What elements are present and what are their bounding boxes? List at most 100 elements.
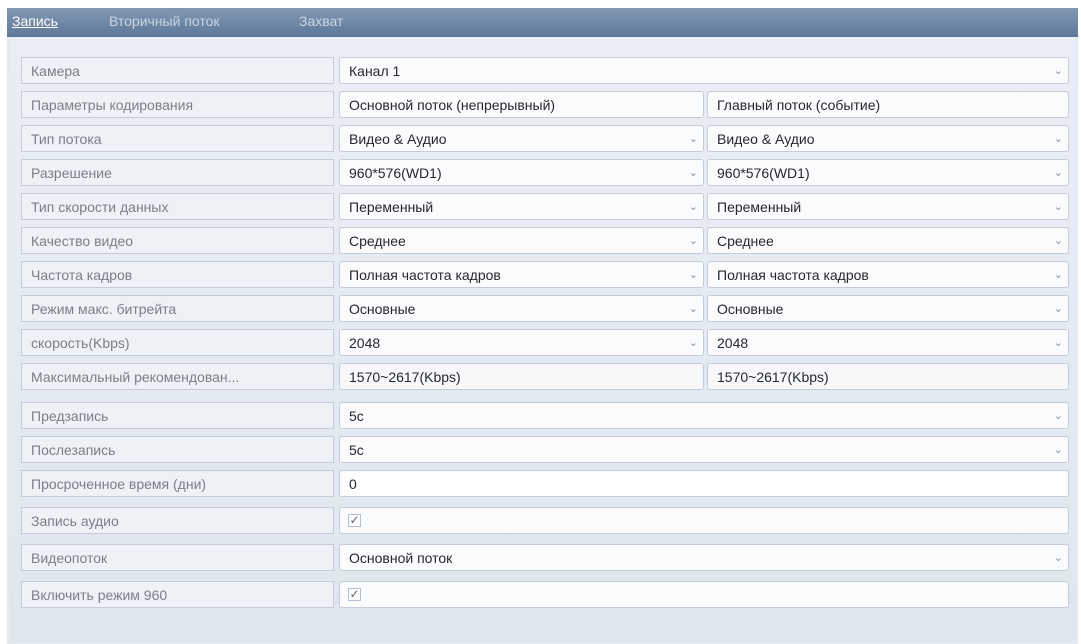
audio-record-checkbox[interactable]: ✓ <box>348 514 361 527</box>
bitrate-type-continuous-select[interactable]: Переменный ⌄ <box>339 193 704 220</box>
encoding-header-row: Параметры кодирования Основной поток (не… <box>21 91 1069 120</box>
chevron-down-icon: ⌄ <box>1053 269 1063 281</box>
frame-rate-event-select[interactable]: Полная частота кадров ⌄ <box>707 261 1069 288</box>
tab-bar: Запись Вторичный поток Захват <box>7 8 1078 37</box>
chevron-down-icon: ⌄ <box>1053 337 1063 349</box>
stream-type-event-select[interactable]: Видео & Аудио ⌄ <box>707 125 1069 152</box>
frame-rate-row: Частота кадров Полная частота кадров ⌄ П… <box>21 261 1069 290</box>
chevron-down-icon: ⌄ <box>688 269 698 281</box>
bitrate-type-row: Тип скорости данных Переменный ⌄ Перемен… <box>21 193 1069 222</box>
resolution-row: Разрешение 960*576(WD1) ⌄ 960*576(WD1) ⌄ <box>21 159 1069 188</box>
main-stream-continuous-header: Основной поток (непрерывный) <box>339 91 704 118</box>
stream-type-row: Тип потока Видео & Аудио ⌄ Видео & Аудио… <box>21 125 1069 154</box>
chevron-down-icon: ⌄ <box>1053 552 1063 564</box>
frame-rate-event-value: Полная частота кадров <box>717 267 869 283</box>
chevron-down-icon: ⌄ <box>1053 65 1063 77</box>
mode960-checkbox[interactable]: ✓ <box>348 588 361 601</box>
camera-label: Камера <box>21 57 334 84</box>
chevron-down-icon: ⌄ <box>1053 410 1063 422</box>
max-bitrate-mode-continuous-select[interactable]: Основные ⌄ <box>339 295 704 322</box>
chevron-down-icon: ⌄ <box>1053 167 1063 179</box>
resolution-label: Разрешение <box>21 159 334 186</box>
chevron-down-icon: ⌄ <box>688 235 698 247</box>
chevron-down-icon: ⌄ <box>1053 303 1063 315</box>
tab-capture[interactable]: Захват <box>299 13 343 29</box>
max-recommended-row: Максимальный рекомендован... 1570~2617(K… <box>21 363 1069 392</box>
audio-record-label: Запись аудио <box>21 507 334 534</box>
resolution-continuous-select[interactable]: 960*576(WD1) ⌄ <box>339 159 704 186</box>
video-stream-value: Основной поток <box>349 550 453 566</box>
postrecord-value: 5с <box>349 442 364 458</box>
video-quality-event-select[interactable]: Среднее ⌄ <box>707 227 1069 254</box>
video-quality-event-value: Среднее <box>717 233 774 249</box>
chevron-down-icon: ⌄ <box>688 201 698 213</box>
video-stream-label: Видеопоток <box>21 544 334 571</box>
mode960-field: ✓ <box>339 581 1069 608</box>
tab-record[interactable]: Запись <box>12 13 58 29</box>
chevron-down-icon: ⌄ <box>1053 201 1063 213</box>
chevron-down-icon: ⌄ <box>1053 235 1063 247</box>
max-recommended-label: Максимальный рекомендован... <box>21 363 334 390</box>
max-bitrate-mode-row: Режим макс. битрейта Основные ⌄ Основные… <box>21 295 1069 324</box>
encoding-label: Параметры кодирования <box>21 91 334 118</box>
expired-time-input[interactable]: 0 <box>339 470 1069 497</box>
stream-type-event-value: Видео & Аудио <box>717 131 815 147</box>
max-bitrate-mode-label: Режим макс. битрейта <box>21 295 334 322</box>
stream-type-label: Тип потока <box>21 125 334 152</box>
frame-rate-continuous-select[interactable]: Полная частота кадров ⌄ <box>339 261 704 288</box>
video-quality-label: Качество видео <box>21 227 334 254</box>
stream-type-continuous-select[interactable]: Видео & Аудио ⌄ <box>339 125 704 152</box>
max-bitrate-mode-continuous-value: Основные <box>349 301 416 317</box>
bitrate-row: скорость(Kbps) 2048 ⌄ 2048 ⌄ <box>21 329 1069 358</box>
max-bitrate-mode-event-select[interactable]: Основные ⌄ <box>707 295 1069 322</box>
postrecord-select[interactable]: 5с ⌄ <box>339 436 1069 463</box>
resolution-event-value: 960*576(WD1) <box>717 165 810 181</box>
video-stream-select[interactable]: Основной поток ⌄ <box>339 544 1069 571</box>
mode960-label: Включить режим 960 <box>21 581 334 608</box>
chevron-down-icon: ⌄ <box>1053 133 1063 145</box>
prerecord-row: Предзапись 5с ⌄ <box>21 402 1069 431</box>
audio-record-row: Запись аудио ✓ <box>21 507 1069 536</box>
bitrate-event-select[interactable]: 2048 ⌄ <box>707 329 1069 356</box>
prerecord-label: Предзапись <box>21 402 334 429</box>
bitrate-type-event-value: Переменный <box>717 199 802 215</box>
bitrate-label: скорость(Kbps) <box>21 329 334 356</box>
chevron-down-icon: ⌄ <box>688 303 698 315</box>
settings-panel: Камера Канал 1 ⌄ Параметры кодирования О… <box>9 37 1076 642</box>
expired-time-row: Просроченное время (дни) 0 <box>21 470 1069 499</box>
record-settings-window: Запись Вторичный поток Захват Камера Кан… <box>7 8 1078 644</box>
mode960-row: Включить режим 960 ✓ <box>21 581 1069 610</box>
chevron-down-icon: ⌄ <box>688 133 698 145</box>
max-recommended-continuous-value: 1570~2617(Kbps) <box>339 363 704 390</box>
chevron-down-icon: ⌄ <box>1053 444 1063 456</box>
main-stream-event-header: Главный поток (событие) <box>707 91 1069 118</box>
video-stream-row: Видеопоток Основной поток ⌄ <box>21 544 1069 573</box>
camera-row: Камера Канал 1 ⌄ <box>21 57 1069 86</box>
camera-select[interactable]: Канал 1 ⌄ <box>339 57 1069 84</box>
resolution-continuous-value: 960*576(WD1) <box>349 165 442 181</box>
frame-rate-label: Частота кадров <box>21 261 334 288</box>
postrecord-row: Послезапись 5с ⌄ <box>21 436 1069 465</box>
video-quality-continuous-select[interactable]: Среднее ⌄ <box>339 227 704 254</box>
expired-time-label: Просроченное время (дни) <box>21 470 334 497</box>
prerecord-value: 5с <box>349 408 364 424</box>
tab-substream[interactable]: Вторичный поток <box>109 13 220 29</box>
bitrate-type-label: Тип скорости данных <box>21 193 334 220</box>
postrecord-label: Послезапись <box>21 436 334 463</box>
chevron-down-icon: ⌄ <box>688 167 698 179</box>
video-quality-row: Качество видео Среднее ⌄ Среднее ⌄ <box>21 227 1069 256</box>
chevron-down-icon: ⌄ <box>688 337 698 349</box>
frame-rate-continuous-value: Полная частота кадров <box>349 267 501 283</box>
bitrate-continuous-value: 2048 <box>349 335 381 351</box>
resolution-event-select[interactable]: 960*576(WD1) ⌄ <box>707 159 1069 186</box>
bitrate-type-continuous-value: Переменный <box>349 199 434 215</box>
video-quality-continuous-value: Среднее <box>349 233 406 249</box>
max-bitrate-mode-event-value: Основные <box>717 301 784 317</box>
camera-value: Канал 1 <box>349 63 401 79</box>
prerecord-select[interactable]: 5с ⌄ <box>339 402 1069 429</box>
max-recommended-event-value: 1570~2617(Kbps) <box>707 363 1069 390</box>
bitrate-event-value: 2048 <box>717 335 749 351</box>
bitrate-type-event-select[interactable]: Переменный ⌄ <box>707 193 1069 220</box>
stream-type-continuous-value: Видео & Аудио <box>349 131 447 147</box>
bitrate-continuous-select[interactable]: 2048 ⌄ <box>339 329 704 356</box>
